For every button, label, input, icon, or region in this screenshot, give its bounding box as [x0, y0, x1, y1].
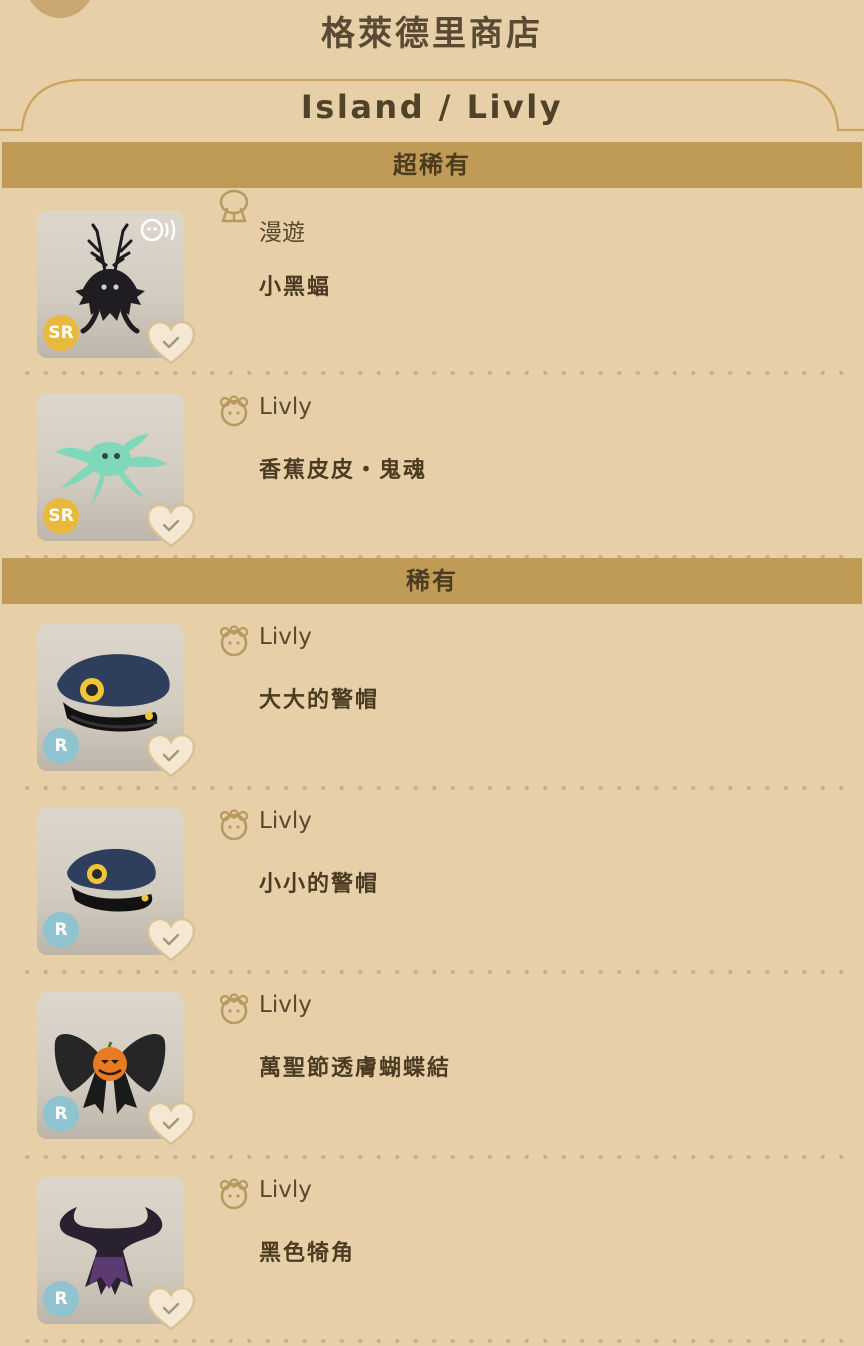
livly-face-icon: [219, 625, 249, 657]
item-name: 黑色犄角: [259, 1241, 356, 1266]
rarity-badge: SR: [43, 498, 79, 534]
item-name: 香蕉皮皮・鬼魂: [259, 458, 428, 483]
item-name: 小黑蝠: [259, 275, 332, 300]
divider: [18, 1339, 846, 1343]
favorite-heart-icon[interactable]: [145, 319, 197, 367]
section-header-super-rare: 超稀有: [2, 142, 862, 188]
item-name: 大大的警帽: [259, 688, 380, 713]
balloon-icon: [219, 189, 249, 223]
source-label: Livly: [259, 992, 312, 1018]
source-label: Livly: [259, 394, 312, 420]
favorite-heart-icon[interactable]: [145, 1100, 197, 1148]
favorite-heart-icon[interactable]: [145, 732, 197, 780]
source-label: Livly: [259, 808, 312, 834]
section-header-rare: 稀有: [2, 558, 862, 604]
rarity-badge: SR: [43, 315, 79, 351]
list-item[interactable]: R Livly 萬聖節透膚蝴蝶結: [0, 968, 864, 1152]
favorite-heart-icon[interactable]: [145, 916, 197, 964]
livly-face-icon: [219, 993, 249, 1025]
rarity-badge: R: [43, 1281, 79, 1317]
livly-face-icon: [219, 1178, 249, 1210]
rarity-badge: R: [43, 912, 79, 948]
list-item[interactable]: SR Livly 香蕉皮皮・鬼魂: [0, 370, 864, 554]
livly-face-icon: [219, 809, 249, 841]
livly-face-icon: [219, 395, 249, 427]
source-label: Livly: [259, 624, 312, 650]
favorite-heart-icon[interactable]: [145, 502, 197, 550]
list-item[interactable]: R Livly 小小的警帽: [0, 784, 864, 968]
rarity-badge: R: [43, 728, 79, 764]
source-label: 漫遊: [259, 220, 305, 246]
item-name: 萬聖節透膚蝴蝶結: [259, 1056, 452, 1081]
item-name: 小小的警帽: [259, 872, 380, 897]
sound-icon: [140, 218, 176, 242]
tab-island-livly[interactable]: Island / Livly: [0, 88, 864, 126]
list-item[interactable]: R Livly 大大的警帽: [0, 600, 864, 784]
list-item[interactable]: R Livly 黑色犄角: [0, 1153, 864, 1337]
list-item[interactable]: SR 漫遊 小黑蝠: [0, 187, 864, 371]
favorite-heart-icon[interactable]: [145, 1285, 197, 1333]
shop-title: 格萊德里商店: [321, 14, 543, 54]
shop-header: 格萊德里商店 Island / Livly: [0, 0, 864, 138]
source-label: Livly: [259, 1177, 312, 1203]
rarity-badge: R: [43, 1096, 79, 1132]
